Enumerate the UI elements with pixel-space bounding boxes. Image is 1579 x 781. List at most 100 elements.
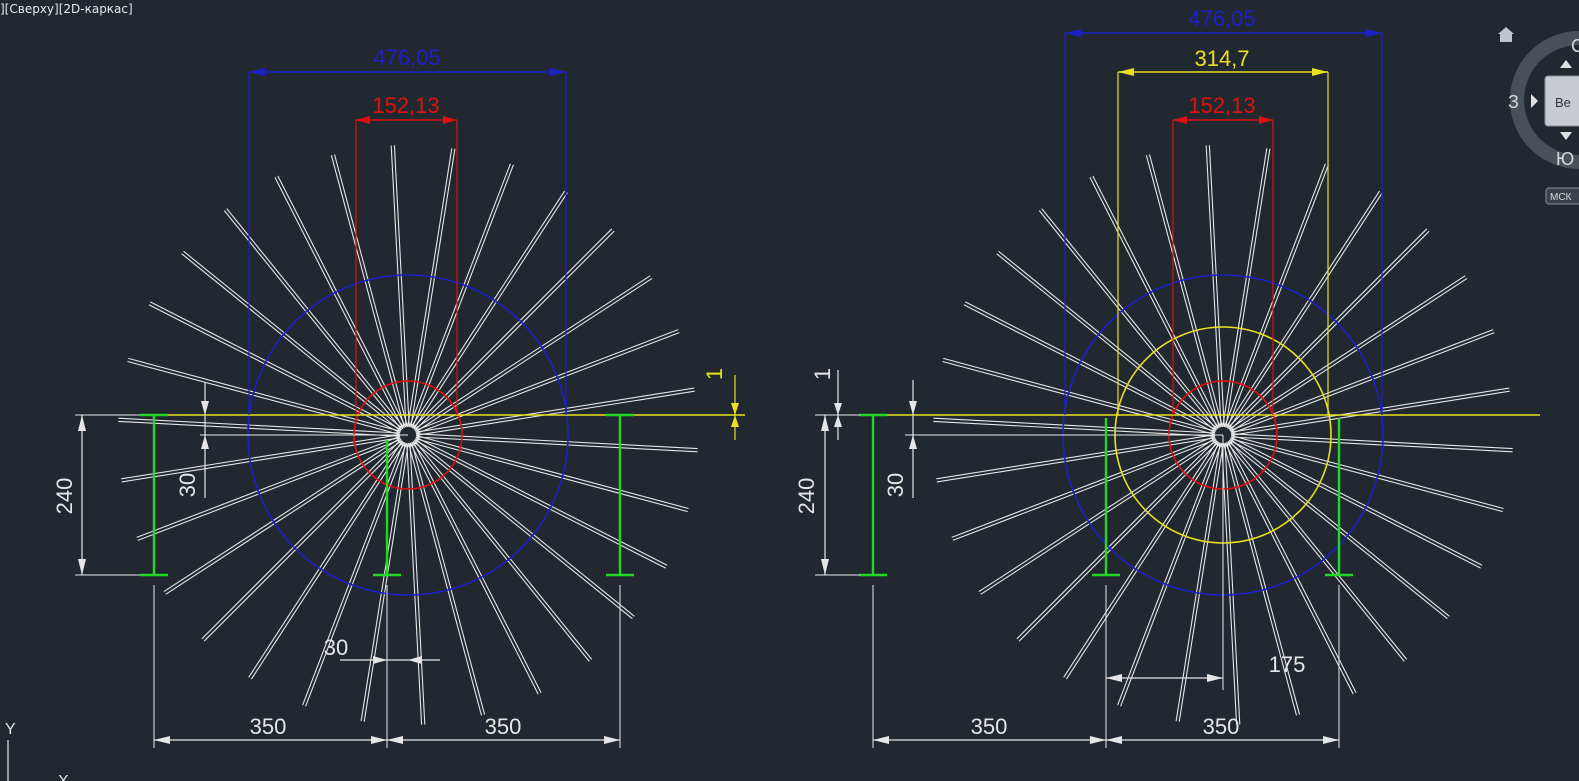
left-span-left-text[interactable]: 350 bbox=[250, 714, 287, 739]
spoke-line bbox=[302, 441, 405, 706]
right-span-left-text[interactable]: 350 bbox=[971, 714, 1008, 739]
right-span-right-text[interactable]: 350 bbox=[1203, 714, 1240, 739]
spoke-line bbox=[413, 192, 568, 430]
arrow-head bbox=[1312, 68, 1328, 76]
spoke-line bbox=[413, 275, 651, 430]
spoke-line bbox=[165, 440, 403, 595]
spoke-line bbox=[1228, 192, 1383, 430]
arrow-head bbox=[1106, 674, 1122, 682]
arrow-head bbox=[201, 435, 209, 449]
left-red-dim-text[interactable]: 152,13 bbox=[372, 93, 439, 118]
spoke-line bbox=[148, 304, 401, 434]
spoke-line bbox=[1229, 439, 1481, 569]
spoke-line bbox=[1228, 275, 1466, 430]
right-height-dim-text[interactable]: 240 bbox=[794, 478, 819, 515]
arrow-head bbox=[1106, 736, 1122, 744]
spoke-line bbox=[1229, 230, 1430, 431]
spoke-line bbox=[1227, 228, 1428, 429]
right-blue-dim-text[interactable]: 476,05 bbox=[1188, 6, 1255, 31]
spoke-line bbox=[1225, 190, 1381, 428]
arrow-head bbox=[834, 403, 842, 415]
spoke-line bbox=[1065, 442, 1221, 680]
viewcube-arrow-down-icon[interactable] bbox=[1560, 132, 1572, 140]
arrow-head bbox=[1366, 29, 1382, 37]
spoke-line bbox=[965, 301, 1217, 431]
arrow-head bbox=[356, 116, 370, 124]
arrow-head bbox=[408, 656, 422, 664]
arrow-head bbox=[821, 415, 829, 431]
viewcube-arrow-left-icon[interactable] bbox=[1531, 94, 1538, 108]
spoke-line bbox=[412, 228, 613, 429]
arrow-head bbox=[1323, 736, 1339, 744]
spoke-line bbox=[1230, 332, 1495, 435]
spoke-line bbox=[415, 277, 653, 433]
drawing-canvas[interactable]: 476,05 152,13 1 240 30 30 350 350 476,05… bbox=[0, 0, 1579, 781]
left-blue-dim-text[interactable]: 476,05 bbox=[373, 45, 440, 70]
spoke-line bbox=[410, 190, 566, 428]
spoke-line bbox=[1018, 441, 1219, 642]
left-yellow-small-text[interactable]: 1 bbox=[702, 368, 727, 380]
spoke-line bbox=[409, 442, 539, 695]
spoke-line bbox=[951, 435, 1216, 538]
spoke-line bbox=[936, 437, 1216, 483]
spoke-line bbox=[1226, 164, 1329, 429]
spoke-line bbox=[952, 438, 1217, 541]
home-icon[interactable] bbox=[1498, 27, 1514, 42]
ucs-button-label[interactable]: МСК bbox=[1550, 192, 1572, 203]
arrow-head bbox=[1065, 29, 1081, 37]
right-yellow-dim-text[interactable]: 314,7 bbox=[1194, 46, 1249, 71]
arrow-head bbox=[909, 435, 917, 449]
arrow-head bbox=[78, 559, 86, 575]
spoke-line bbox=[980, 440, 1218, 595]
arrow-head bbox=[821, 559, 829, 575]
arrow-head bbox=[873, 736, 889, 744]
arrow-head bbox=[443, 116, 457, 124]
spoke-line bbox=[360, 442, 406, 722]
compass-south-label[interactable]: Ю bbox=[1556, 149, 1574, 169]
left-offset-dim-text[interactable]: 30 bbox=[175, 473, 200, 497]
spoke-line bbox=[414, 230, 615, 431]
spoke-line bbox=[1230, 436, 1483, 566]
viewcube[interactable]: С З Ю Ве МСК bbox=[1498, 27, 1579, 205]
spoke-line bbox=[1223, 163, 1326, 428]
arrow-head bbox=[387, 736, 403, 744]
left-span-right-text[interactable]: 350 bbox=[485, 714, 522, 739]
ucs-axis-icon: Y X bbox=[5, 721, 69, 781]
spoke-line bbox=[150, 301, 402, 431]
arrow-head bbox=[834, 415, 842, 427]
spoke-line bbox=[408, 163, 511, 428]
spoke-line bbox=[411, 164, 514, 429]
spoke-line bbox=[1120, 442, 1223, 707]
right-offset-dim-text[interactable]: 30 bbox=[883, 473, 908, 497]
arrow-head bbox=[249, 68, 265, 76]
spoke-line bbox=[274, 177, 404, 429]
arrow-head bbox=[1118, 68, 1134, 76]
arrow-head bbox=[909, 401, 917, 415]
spoke-line bbox=[163, 437, 401, 593]
spoke-line bbox=[978, 437, 1216, 593]
spoke-line bbox=[412, 441, 542, 693]
left-small-gap-dim-text[interactable]: 30 bbox=[324, 635, 348, 660]
spoke-line bbox=[1230, 277, 1468, 433]
spoke-line bbox=[1117, 441, 1220, 706]
spoke-line bbox=[203, 441, 404, 642]
spoke-line bbox=[1092, 175, 1222, 428]
left-height-dim-text[interactable]: 240 bbox=[52, 478, 77, 515]
right-half-dim-text[interactable]: 175 bbox=[1269, 652, 1306, 677]
compass-west-label[interactable]: З bbox=[1508, 92, 1519, 112]
arrow-head bbox=[201, 401, 209, 415]
drawing-viewport[interactable]: ][Сверху][2D-каркас] 476,05 152,13 1 240… bbox=[0, 0, 1579, 781]
right-small-dim-text[interactable]: 1 bbox=[810, 368, 835, 380]
spoke-line bbox=[1063, 440, 1218, 678]
compass-north-label[interactable]: С bbox=[1571, 36, 1579, 56]
arrow-head bbox=[1207, 674, 1223, 682]
spoke-line bbox=[1016, 439, 1217, 640]
arrow-head bbox=[731, 403, 739, 415]
arrow-head bbox=[550, 68, 566, 76]
viewcube-face-label[interactable]: Ве bbox=[1555, 95, 1571, 110]
arrow-head bbox=[1173, 116, 1187, 124]
right-red-dim-text[interactable]: 152,13 bbox=[1188, 93, 1255, 118]
spoke-line bbox=[415, 332, 680, 435]
viewcube-arrow-up-icon[interactable] bbox=[1560, 60, 1572, 68]
spoke-line bbox=[277, 175, 407, 428]
